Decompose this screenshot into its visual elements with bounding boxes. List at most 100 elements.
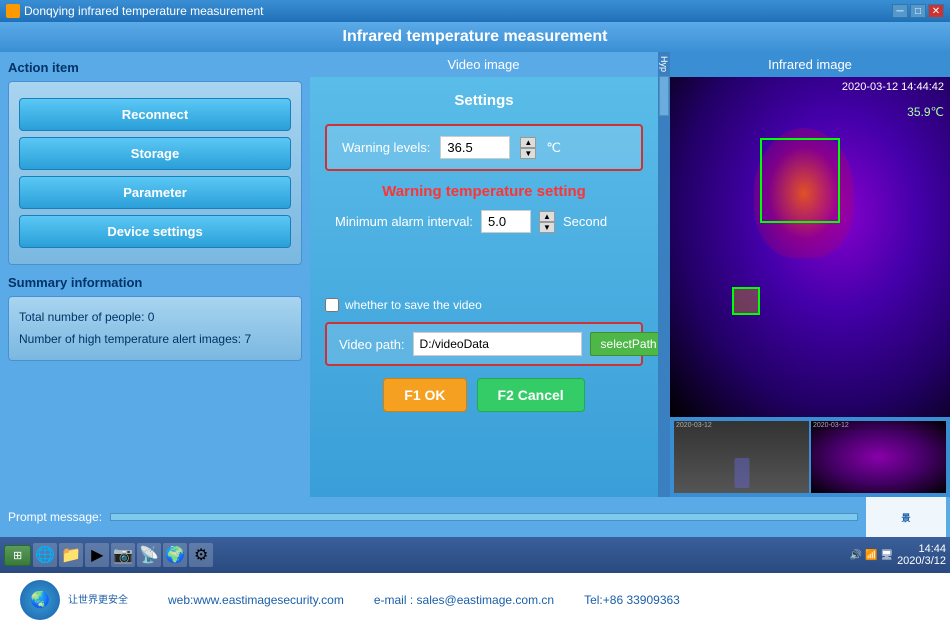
infrared-timestamp: 2020-03-12 14:44:42 bbox=[842, 81, 944, 93]
taskbar-tray: 🔊 📶 🖥 14:44 2020/3/12 bbox=[850, 543, 946, 567]
high-temp-label: Number of high temperature alert images: bbox=[19, 332, 241, 346]
parameter-button[interactable]: Parameter bbox=[19, 176, 291, 209]
date-display: 2020/3/12 bbox=[897, 555, 946, 567]
warning-spin[interactable]: ▲ ▼ bbox=[520, 137, 536, 159]
maximize-button[interactable]: □ bbox=[910, 4, 926, 18]
start-button[interactable]: ⊞ bbox=[4, 545, 31, 566]
minimize-button[interactable]: ─ bbox=[892, 4, 908, 18]
thumb-1-label: 2020-03-12 bbox=[676, 422, 712, 429]
window-controls: ─ □ ✕ bbox=[892, 4, 944, 18]
hyp-label: Hyp bbox=[659, 52, 669, 72]
action-box: Reconnect Storage Parameter Device setti… bbox=[8, 81, 302, 265]
settings-panel: Settings Warning levels: ▲ ▼ ℃ Warning t… bbox=[310, 77, 658, 497]
warning-spin-up[interactable]: ▲ bbox=[520, 137, 536, 148]
alarm-spin[interactable]: ▲ ▼ bbox=[539, 211, 555, 233]
alarm-row: Minimum alarm interval: ▲ ▼ Second bbox=[325, 210, 643, 233]
title-bar-left: Donqying infrared temperature measuremen… bbox=[6, 4, 263, 18]
object-detection-box bbox=[732, 287, 760, 315]
taskbar-settings-icon[interactable]: ⚙ bbox=[189, 543, 213, 567]
warning-level-label: Warning levels: bbox=[342, 140, 430, 155]
min-alarm-label: Minimum alarm interval: bbox=[335, 214, 473, 229]
thumb-2-label: 2020-03-12 bbox=[813, 422, 849, 429]
high-temp-row: Number of high temperature alert images:… bbox=[19, 329, 291, 351]
summary-title: Summary information bbox=[8, 275, 302, 290]
reconnect-button[interactable]: Reconnect bbox=[19, 98, 291, 131]
warning-unit: ℃ bbox=[546, 140, 561, 156]
bottom-logo: 景 bbox=[866, 497, 946, 537]
title-bar: Donqying infrared temperature measuremen… bbox=[0, 0, 950, 22]
infrared-thumbnails: 2020-03-12 2020-03-12 bbox=[670, 417, 950, 497]
action-item-title: Action item bbox=[8, 60, 302, 75]
scroll-thumb[interactable] bbox=[659, 76, 669, 116]
video-path-input[interactable] bbox=[413, 332, 582, 356]
warning-level-input[interactable] bbox=[440, 136, 510, 159]
app-icon bbox=[6, 4, 20, 18]
footer-website: web:www.eastimagesecurity.com bbox=[168, 593, 344, 607]
total-people-value: 0 bbox=[148, 310, 155, 324]
video-path-label: Video path: bbox=[339, 337, 405, 352]
logo-text: 让世界更安全 bbox=[68, 594, 128, 607]
prompt-area: Prompt message: bbox=[0, 506, 866, 528]
save-video-checkbox[interactable] bbox=[325, 298, 339, 312]
start-icon: ⊞ bbox=[13, 549, 22, 562]
f1-ok-button[interactable]: F1 OK bbox=[383, 378, 466, 412]
logo-icon: 🌏 bbox=[30, 590, 50, 610]
dialog-buttons: F1 OK F2 Cancel bbox=[325, 378, 643, 412]
content-area: Action item Reconnect Storage Parameter … bbox=[0, 52, 950, 497]
warning-levels-box: Warning levels: ▲ ▼ ℃ bbox=[325, 124, 643, 171]
footer-logo: 🌏 让世界更安全 bbox=[20, 580, 128, 620]
thumb-2: 2020-03-12 bbox=[811, 421, 946, 493]
logo-circle: 🌏 bbox=[20, 580, 60, 620]
left-panel: Action item Reconnect Storage Parameter … bbox=[0, 52, 310, 497]
infrared-temperature: 35.9℃ bbox=[907, 105, 944, 119]
center-panel: Video image Settings Warning levels: ▲ ▼… bbox=[310, 52, 658, 497]
settings-title: Settings bbox=[325, 92, 643, 109]
footer-info: web:www.eastimagesecurity.com e-mail : s… bbox=[168, 593, 680, 607]
main-window: Donqying infrared temperature measuremen… bbox=[0, 0, 950, 627]
min-alarm-input[interactable] bbox=[481, 210, 531, 233]
tray-icons: 🔊 📶 🖥 bbox=[850, 550, 893, 561]
taskbar-ie-icon[interactable]: 🌐 bbox=[33, 543, 57, 567]
high-temp-value: 7 bbox=[244, 332, 251, 346]
bottom-row: Prompt message: 景 bbox=[0, 497, 950, 537]
taskbar-time: 14:44 2020/3/12 bbox=[897, 543, 946, 567]
prompt-field bbox=[110, 513, 858, 521]
summary-box: Total number of people: 0 Number of high… bbox=[8, 296, 302, 361]
close-button[interactable]: ✕ bbox=[928, 4, 944, 18]
save-video-row: whether to save the video bbox=[325, 298, 643, 312]
footer-phone: Tel:+86 33909363 bbox=[584, 593, 680, 607]
footer: 🌏 让世界更安全 web:www.eastimagesecurity.com e… bbox=[0, 573, 950, 627]
f2-label: F2 bbox=[498, 387, 518, 403]
cancel-label: Cancel bbox=[518, 387, 564, 403]
taskbar-ie2-icon[interactable]: 🌍 bbox=[163, 543, 187, 567]
tab-video-image[interactable]: Video image bbox=[310, 52, 658, 77]
storage-button[interactable]: Storage bbox=[19, 137, 291, 170]
select-path-button[interactable]: selectPath bbox=[590, 332, 658, 356]
f1-label: F1 bbox=[404, 387, 424, 403]
taskbar-media-icon[interactable]: ▶ bbox=[85, 543, 109, 567]
right-panel: Infrared image 2020-03-12 14:44:42 35.9℃… bbox=[670, 52, 950, 497]
taskbar-camera-icon[interactable]: 📡 bbox=[137, 543, 161, 567]
window-title: Donqying infrared temperature measuremen… bbox=[24, 4, 263, 18]
device-settings-button[interactable]: Device settings bbox=[19, 215, 291, 248]
warning-temp-setting-label: Warning temperature setting bbox=[325, 183, 643, 200]
warning-spin-down[interactable]: ▼ bbox=[520, 148, 536, 159]
main-title: Infrared temperature measurement bbox=[343, 28, 608, 45]
time-display: 14:44 bbox=[897, 543, 946, 555]
main-header: Infrared temperature measurement bbox=[0, 22, 950, 52]
ok-label: OK bbox=[425, 387, 446, 403]
total-people-row: Total number of people: 0 bbox=[19, 307, 291, 329]
infrared-display: 2020-03-12 14:44:42 35.9℃ bbox=[670, 77, 950, 417]
alarm-spin-down[interactable]: ▼ bbox=[539, 222, 555, 233]
alarm-spin-up[interactable]: ▲ bbox=[539, 211, 555, 222]
taskbar-folder-icon[interactable]: 📁 bbox=[59, 543, 83, 567]
face-detection-box bbox=[760, 138, 840, 223]
prompt-label: Prompt message: bbox=[8, 510, 102, 524]
save-video-label: whether to save the video bbox=[345, 298, 482, 312]
infrared-tab[interactable]: Infrared image bbox=[670, 52, 950, 77]
panel-tabs: Video image bbox=[310, 52, 658, 77]
taskbar-app-icon[interactable]: 📷 bbox=[111, 543, 135, 567]
f2-cancel-button[interactable]: F2 Cancel bbox=[477, 378, 585, 412]
hyp-area: Hyp bbox=[658, 52, 670, 497]
thumb-1: 2020-03-12 bbox=[674, 421, 809, 493]
